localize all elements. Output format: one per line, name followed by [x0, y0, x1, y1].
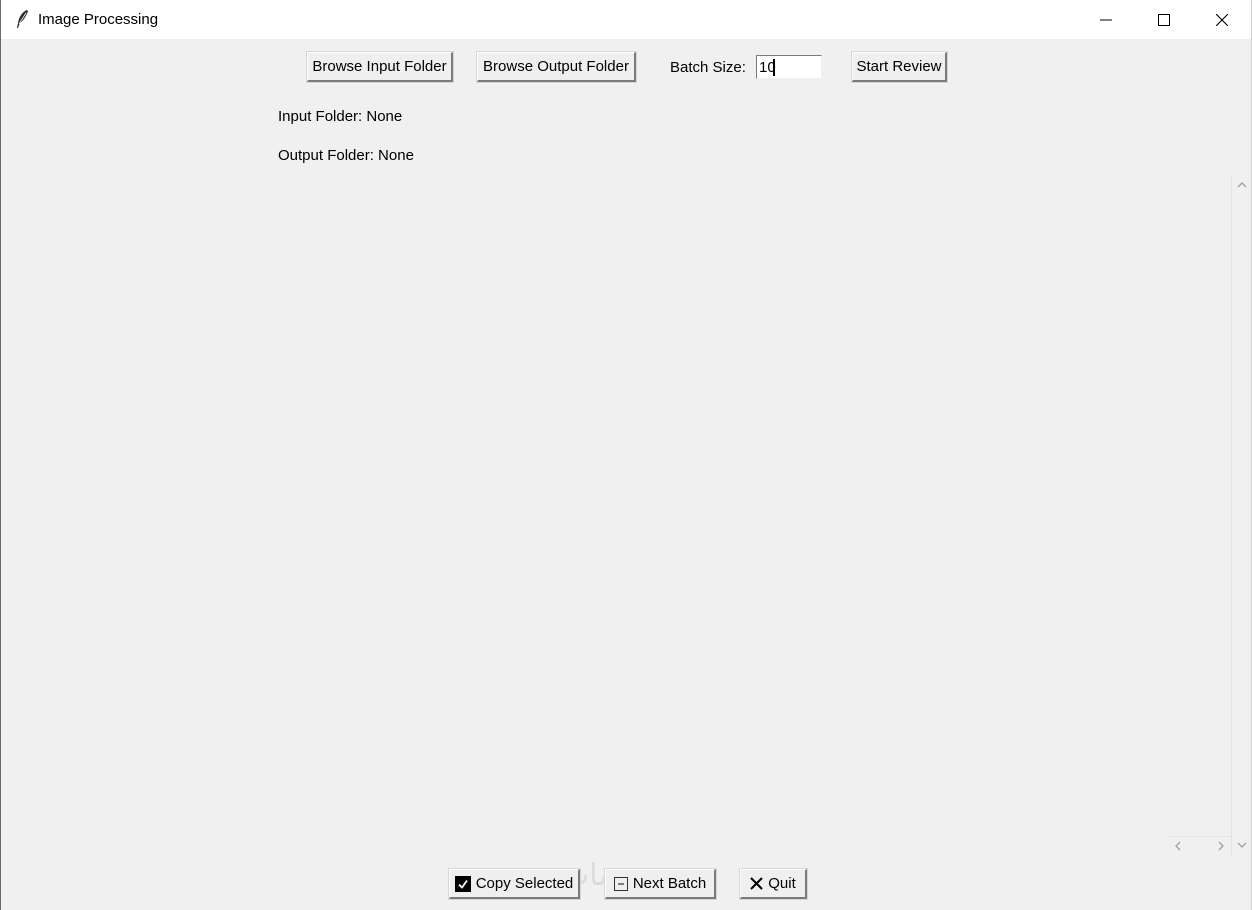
browse-output-folder-button[interactable]: Browse Output Folder — [477, 52, 636, 82]
next-batch-label: Next Batch — [632, 875, 707, 892]
minus-box-icon — [613, 876, 628, 891]
feather-icon — [17, 10, 28, 28]
scroll-up-icon[interactable] — [1235, 178, 1249, 192]
browse-output-folder-label: Browse Output Folder — [483, 58, 629, 75]
maximize-button[interactable] — [1135, 0, 1193, 39]
window-title: Image Processing — [38, 11, 159, 28]
quit-label: Quit — [768, 875, 796, 892]
quit-button[interactable]: Quit — [740, 869, 807, 899]
close-button[interactable] — [1193, 0, 1251, 39]
output-folder-status: Output Folder: None — [278, 147, 414, 164]
browse-input-folder-label: Browse Input Folder — [312, 58, 447, 75]
scroll-right-icon[interactable] — [1214, 839, 1228, 853]
vertical-scrollbar[interactable] — [1231, 175, 1251, 855]
batch-size-input[interactable] — [756, 55, 822, 79]
browse-input-folder-button[interactable]: Browse Input Folder — [307, 52, 453, 82]
minimize-button[interactable] — [1077, 0, 1135, 39]
minimize-icon — [1100, 19, 1112, 20]
app-window: Image Processing Browse Input Folder Bro… — [0, 0, 1252, 910]
next-batch-button[interactable]: Next Batch — [605, 869, 716, 899]
checkbox-checked-icon — [454, 875, 471, 892]
copy-selected-button[interactable]: Copy Selected — [449, 869, 580, 899]
close-icon — [1216, 13, 1228, 26]
scroll-down-icon[interactable] — [1235, 838, 1249, 852]
batch-size-label: Batch Size: — [670, 59, 746, 76]
text-caret — [773, 59, 775, 76]
start-review-label: Start Review — [856, 58, 942, 75]
maximize-icon — [1158, 13, 1170, 26]
horizontal-scrollbar[interactable] — [1168, 836, 1231, 857]
start-review-button[interactable]: Start Review — [852, 52, 947, 82]
input-folder-status: Input Folder: None — [278, 108, 403, 125]
title-bar[interactable]: Image Processing — [1, 0, 1251, 39]
copy-selected-label: Copy Selected — [475, 875, 574, 892]
scroll-left-icon[interactable] — [1171, 839, 1185, 853]
x-icon — [750, 877, 763, 890]
